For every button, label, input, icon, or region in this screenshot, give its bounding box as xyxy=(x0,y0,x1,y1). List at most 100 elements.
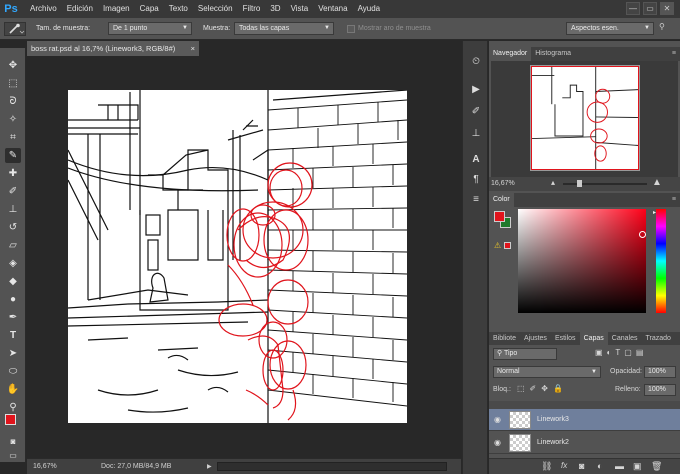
show-ring-checkbox[interactable] xyxy=(347,25,355,33)
tab-bibliotecas[interactable]: Bibliote xyxy=(489,332,520,345)
color-picker-marker[interactable] xyxy=(639,231,646,238)
menu-imagen[interactable]: Imagen xyxy=(98,0,135,18)
path-selection-tool-icon[interactable]: ➤ xyxy=(5,346,21,361)
tab-trazado[interactable]: Trazado xyxy=(641,332,674,345)
healing-brush-tool-icon[interactable]: ✚ xyxy=(5,166,21,181)
fx-icon[interactable]: fx xyxy=(561,461,567,470)
screen-mode-icon[interactable]: ▭ xyxy=(5,448,21,463)
menu-ventana[interactable]: Ventana xyxy=(313,0,352,18)
gamut-swatch[interactable] xyxy=(504,242,511,249)
zoom-in-icon[interactable]: ▲ xyxy=(652,177,662,188)
adjustment-icon[interactable]: ◐ xyxy=(597,461,602,471)
close-window-button[interactable]: ✕ xyxy=(660,2,674,15)
lasso-tool-icon[interactable]: ᘐ xyxy=(5,94,21,109)
horizontal-scrollbar[interactable] xyxy=(217,462,447,471)
eyedropper-tool-icon[interactable]: ✎ xyxy=(5,148,21,163)
link-icon[interactable]: ⛓ xyxy=(541,461,552,472)
navigator-preview[interactable] xyxy=(491,61,678,177)
trash-icon[interactable]: 🗑 xyxy=(651,461,662,472)
lock-icons[interactable]: ⬚✐✥🔒 xyxy=(517,384,568,393)
move-tool-icon[interactable]: ✥ xyxy=(5,58,21,73)
quick-mask-icon[interactable]: ◙ xyxy=(5,434,21,449)
pen-tool-icon[interactable]: ✒ xyxy=(5,310,21,325)
hue-slider[interactable]: ▸ xyxy=(653,209,666,313)
opacity-input[interactable]: 100% xyxy=(644,366,676,378)
eraser-tool-icon[interactable]: ▱ xyxy=(5,238,21,253)
menu-edicion[interactable]: Edición xyxy=(62,0,98,18)
properties-panel-icon[interactable]: ≡ xyxy=(469,193,483,207)
minimize-button[interactable]: — xyxy=(626,2,640,15)
mask-icon[interactable]: ◙ xyxy=(579,461,584,471)
tab-navegador[interactable]: Navegador xyxy=(489,47,532,61)
navigator-tabs: Navegador Histograma ≡ xyxy=(489,47,680,61)
blur-tool-icon[interactable]: ◆ xyxy=(5,274,21,289)
tab-estilos[interactable]: Estilos xyxy=(551,332,580,345)
menu-filtro[interactable]: Filtro xyxy=(238,0,266,18)
zoom-slider[interactable] xyxy=(563,183,647,185)
tool-preset-picker[interactable] xyxy=(4,22,26,36)
history-panel-icon[interactable]: ⏲ xyxy=(469,55,483,69)
ellipse-tool-icon[interactable]: ⬭ xyxy=(5,364,21,379)
fill-input[interactable]: 100% xyxy=(644,384,676,396)
menu-seleccion[interactable]: Selección xyxy=(193,0,238,18)
tab-color[interactable]: Color xyxy=(489,193,514,207)
close-tab-icon[interactable]: × xyxy=(191,41,195,56)
history-brush-tool-icon[interactable]: ↺ xyxy=(5,220,21,235)
menu-capa[interactable]: Capa xyxy=(135,0,164,18)
clone-source-icon[interactable]: ⊥ xyxy=(469,127,483,141)
document-tab[interactable]: boss rat.psd al 16,7% (Linework3, RGB/8#… xyxy=(27,41,199,56)
navigator-zoom[interactable]: 16,67% xyxy=(491,180,515,187)
canvas[interactable] xyxy=(68,90,407,423)
color-foreground-swatch[interactable] xyxy=(494,211,505,222)
zoom-tool-icon[interactable]: ⚲ xyxy=(5,400,21,415)
eye-icon[interactable]: ◉ xyxy=(494,438,501,447)
restore-button[interactable]: ▭ xyxy=(643,2,657,15)
color-field[interactable] xyxy=(518,209,646,313)
tab-capas[interactable]: Capas xyxy=(579,332,608,345)
magic-wand-tool-icon[interactable]: ✧ xyxy=(5,112,21,127)
paint-bucket-tool-icon[interactable]: ◈ xyxy=(5,256,21,271)
zoom-out-icon[interactable]: ▴ xyxy=(551,178,555,187)
layer-row[interactable]: ◉ Linework2 xyxy=(489,432,680,454)
tab-histograma[interactable]: Histograma xyxy=(531,47,575,61)
brush-tool-icon[interactable]: ✐ xyxy=(5,184,21,199)
dodge-tool-icon[interactable]: ● xyxy=(5,292,21,307)
blend-mode-select[interactable]: Normal ▼ xyxy=(493,366,601,378)
paragraph-panel-icon[interactable]: ¶ xyxy=(469,173,483,187)
sample-select[interactable]: Todas las capas ▼ xyxy=(234,22,334,35)
menu-vista[interactable]: Vista xyxy=(286,0,314,18)
zoom-slider-handle[interactable] xyxy=(577,180,582,187)
group-icon[interactable]: ▬ xyxy=(615,461,624,471)
actions-panel-icon[interactable]: ▶ xyxy=(469,83,483,97)
sample-size-select[interactable]: De 1 punto ▼ xyxy=(108,22,192,35)
workspace-select[interactable]: Aspectos esen. ▼ xyxy=(566,22,654,35)
chevron-down-icon: ▼ xyxy=(182,25,188,31)
tab-canales[interactable]: Canales xyxy=(608,332,642,345)
layer-filter-select[interactable]: ⚲ Tipo xyxy=(493,348,557,360)
layer-row[interactable]: ◉ Linework3 xyxy=(489,409,680,431)
marquee-tool-icon[interactable]: ⬚ xyxy=(5,76,21,91)
panel-menu-icon[interactable]: ≡ xyxy=(672,47,676,61)
character-panel-icon[interactable]: A xyxy=(469,153,483,167)
zoom-level[interactable]: 16,67% xyxy=(33,463,57,470)
hand-tool-icon[interactable]: ✋ xyxy=(5,382,21,397)
clone-stamp-tool-icon[interactable]: ⊥ xyxy=(5,202,21,217)
menu-texto[interactable]: Texto xyxy=(164,0,193,18)
menu-archivo[interactable]: Archivo xyxy=(25,0,62,18)
gamut-warning-icon[interactable]: ⚠ xyxy=(494,241,501,250)
brush-presets-icon[interactable]: ✐ xyxy=(469,105,483,119)
search-icon[interactable]: ⚲ xyxy=(659,22,673,35)
tab-ajustes[interactable]: Ajustes xyxy=(520,332,551,345)
status-menu-arrow-icon[interactable]: ▶ xyxy=(207,463,212,470)
crop-tool-icon[interactable]: ⌗ xyxy=(5,130,21,145)
panel-menu-icon[interactable]: ≡ xyxy=(672,193,676,207)
new-layer-icon[interactable]: ▣ xyxy=(633,461,642,472)
menu-ayuda[interactable]: Ayuda xyxy=(353,0,386,18)
menu-3d[interactable]: 3D xyxy=(265,0,285,18)
type-tool-icon[interactable]: T xyxy=(5,328,21,343)
foreground-color-swatch[interactable] xyxy=(5,414,16,425)
eye-icon[interactable]: ◉ xyxy=(494,415,501,424)
navigator-view-box[interactable] xyxy=(531,66,639,170)
search-icon: ⚲ xyxy=(497,350,504,357)
layer-filter-icons[interactable]: ▣◐T▢▤ xyxy=(595,348,647,357)
